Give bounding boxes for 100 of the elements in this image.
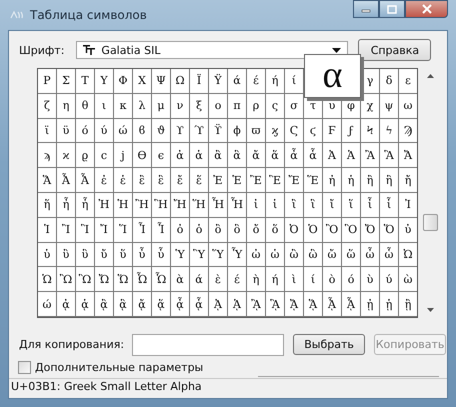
character-cell[interactable]: ἲ [285,192,304,218]
character-cell[interactable]: ᾑ [380,292,399,317]
character-cell[interactable]: ϓ [190,118,209,144]
character-cell[interactable]: ρ [247,94,266,119]
character-cell[interactable]: ω [399,94,417,119]
character-cell[interactable]: ἡ [342,168,361,193]
character-cell[interactable]: ᾒ [399,292,417,317]
character-cell[interactable]: ϗ [266,118,285,144]
character-cell[interactable]: ᾁ [76,292,95,317]
character-cell[interactable]: η [57,94,76,119]
character-cell[interactable]: ἔ [171,168,190,193]
character-cell[interactable]: Ὗ [228,242,247,268]
character-cell[interactable]: ί [304,267,323,292]
character-cell[interactable]: ὂ [209,218,228,243]
character-cell[interactable]: ὃ [228,218,247,243]
character-cell[interactable]: ἁ [190,143,209,168]
character-cell[interactable]: έ [228,267,247,292]
character-cell[interactable]: Ἢ [133,192,152,218]
character-cell[interactable]: ή [266,267,285,292]
character-cell[interactable]: Ἆ [57,168,76,193]
character-cell[interactable]: Ἴ [95,218,114,243]
character-cell[interactable]: έ [247,69,266,94]
character-cell[interactable]: ᾏ [342,292,361,317]
character-cell[interactable]: Ἕ [304,168,323,193]
character-cell[interactable]: ϛ [304,118,323,144]
character-cell[interactable]: ὒ [57,242,76,268]
character-cell[interactable]: ᾐ [361,292,380,317]
character-cell[interactable]: ὣ [304,242,323,268]
character-cell[interactable]: ὼ [399,267,417,292]
character-cell[interactable]: ὰ [171,267,190,292]
character-cell[interactable]: ἕ [190,168,209,193]
character-cell[interactable]: Ἲ [57,218,76,243]
scroll-up-icon[interactable] [427,74,434,78]
character-cell[interactable]: Ἔ [285,168,304,193]
character-cell[interactable]: Ἇ [76,168,95,193]
character-cell[interactable]: ώ [114,118,133,144]
character-cell[interactable]: Ὠ [399,242,417,268]
character-cell[interactable]: Ϟ [361,118,380,144]
select-button[interactable]: Выбрать [293,334,366,356]
character-cell[interactable]: ὤ [323,242,342,268]
character-cell[interactable]: Ἀ [323,143,342,168]
character-cell[interactable]: ᾍ [304,292,323,317]
character-cell[interactable]: Ὧ [152,267,171,292]
character-cell[interactable]: ο [209,94,228,119]
character-cell[interactable]: Ἤ [171,192,190,218]
character-cell[interactable]: Ἣ [152,192,171,218]
character-cell[interactable]: Ϛ [285,118,304,144]
character-cell[interactable]: κ [114,94,133,119]
character-cell[interactable]: Ϡ [399,118,417,144]
character-cell[interactable]: ἵ [342,192,361,218]
character-cell[interactable]: ϴ [133,143,152,168]
character-cell[interactable]: ἣ [380,168,399,193]
character-cell[interactable]: Σ [57,69,76,94]
character-cell[interactable]: ᾄ [133,292,152,317]
character-cell[interactable]: ϲ [95,143,114,168]
character-cell[interactable]: ἤ [399,168,417,193]
character-cell[interactable]: Ἵ [114,218,133,243]
character-cell[interactable]: ἅ [266,143,285,168]
character-cell[interactable]: ὧ [380,242,399,268]
character-cell[interactable]: Ϋ [209,69,228,94]
character-cell[interactable]: ό [342,267,361,292]
character-cell[interactable]: Ρ [38,69,57,94]
character-cell[interactable]: ὸ [323,267,342,292]
character-cell[interactable]: ὡ [266,242,285,268]
character-cell[interactable]: ϳ [114,143,133,168]
character-cell[interactable]: ή [266,69,285,94]
character-cell[interactable]: ᾋ [266,292,285,317]
scroll-thumb[interactable] [423,214,438,231]
help-button[interactable]: Справка [358,39,432,61]
character-cell[interactable]: ἴ [323,192,342,218]
checkbox[interactable] [18,360,31,374]
character-cell[interactable]: Ἄ [399,143,417,168]
character-cell[interactable]: Ἅ [38,168,57,193]
character-cell[interactable]: Ἷ [152,218,171,243]
character-cell[interactable]: ᾃ [114,292,133,317]
character-cell[interactable]: Ὕ [209,242,228,268]
character-cell[interactable]: ά [190,267,209,292]
character-cell[interactable]: ϱ [76,143,95,168]
character-cell[interactable]: ἠ [323,168,342,193]
character-cell[interactable]: ἒ [133,168,152,193]
character-cell[interactable]: ι [95,94,114,119]
character-cell[interactable]: ἇ [304,143,323,168]
character-cell[interactable]: Ἠ [95,192,114,218]
character-cell[interactable]: ἀ [171,143,190,168]
character-cell[interactable]: ὺ [361,267,380,292]
character-cell[interactable]: θ [76,94,95,119]
character-cell[interactable]: ἥ [38,192,57,218]
character-cell[interactable]: ᾀ [57,292,76,317]
character-cell[interactable]: λ [133,94,152,119]
character-cell[interactable]: ἶ [361,192,380,218]
character-cell[interactable]: Ὦ [133,267,152,292]
character-cell[interactable]: ά [228,69,247,94]
character-cell[interactable]: ὥ [342,242,361,268]
character-cell[interactable]: Τ [76,69,95,94]
character-cell[interactable]: ὓ [76,242,95,268]
character-cell[interactable]: ᾇ [190,292,209,317]
character-cell[interactable]: Υ [95,69,114,94]
character-cell[interactable]: Ἓ [266,168,285,193]
character-cell[interactable]: ἆ [285,143,304,168]
character-cell[interactable]: ζ [38,94,57,119]
